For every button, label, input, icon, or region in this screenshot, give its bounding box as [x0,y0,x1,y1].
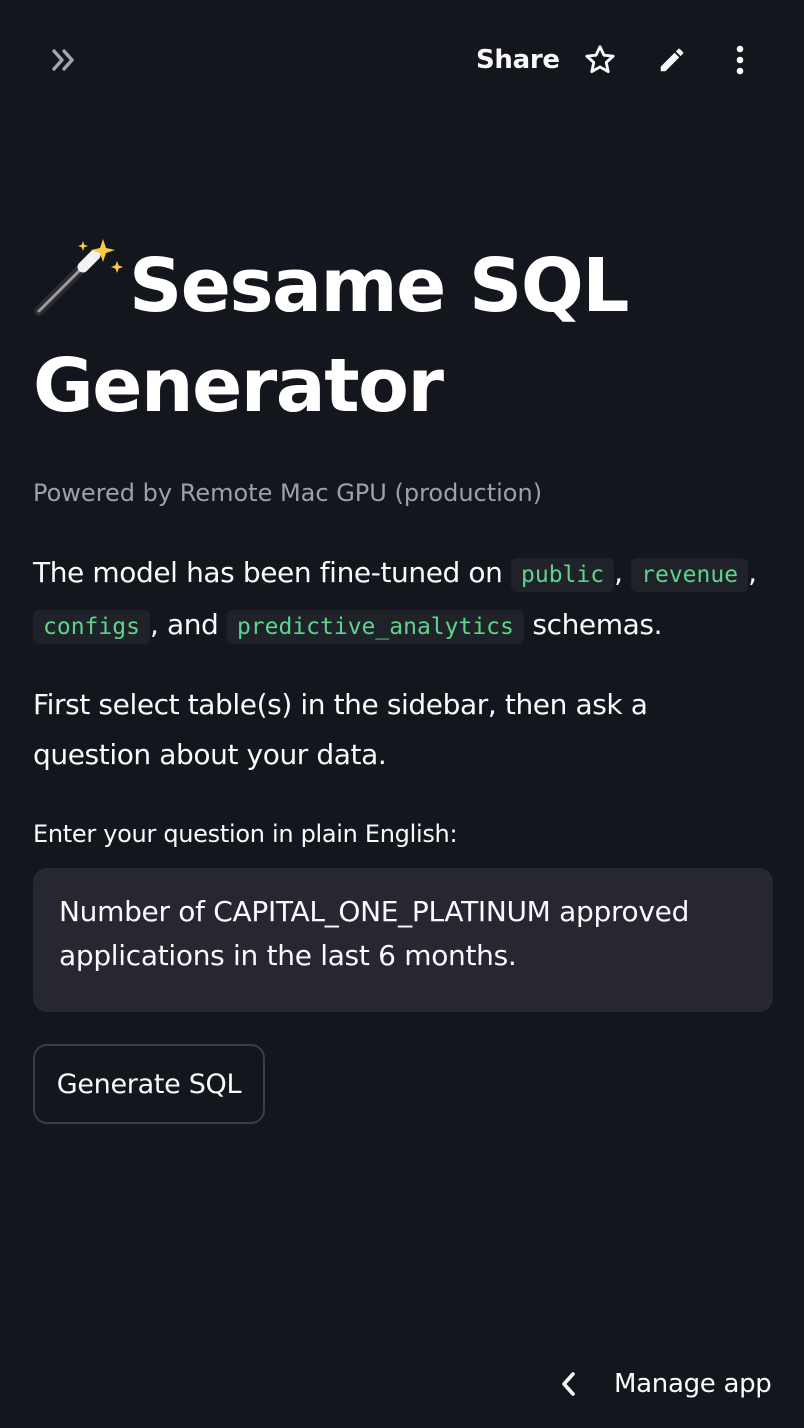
intro-separator: , [614,556,623,589]
chevron-left-icon [552,1367,586,1401]
vertical-dots-icon [736,45,744,75]
manage-app-button[interactable]: Manage app [552,1358,772,1410]
pencil-icon [660,48,684,72]
generate-sql-button[interactable]: Generate SQL [33,1044,265,1124]
schema-code-revenue: revenue [631,558,749,592]
page-title: Sesame SQL Generator [33,236,773,436]
more-options-button[interactable] [718,38,762,82]
powered-by-caption: Powered by Remote Mac GPU (production) [33,479,543,507]
intro-paragraph: The model has been fine-tuned on public,… [33,548,773,652]
instruction-paragraph: First select table(s) in the sidebar, th… [33,688,648,771]
schema-code-public: public [511,558,615,592]
app-header: Share [0,0,804,120]
intro-and: , and [149,608,219,641]
star-icon [585,45,615,74]
question-input[interactable]: Number of CAPITAL_ONE_PLATINUM approved … [33,868,773,1012]
intro-prefix: The model has been fine-tuned on [33,556,503,589]
double-chevron-right-icon [52,49,74,71]
question-label: Enter your question in plain English: [33,820,458,848]
sidebar-toggle-button[interactable] [46,42,82,78]
schema-code-configs: configs [33,610,150,644]
magic-wand-icon [34,239,123,316]
edit-button[interactable] [650,38,694,82]
manage-app-label: Manage app [614,1369,772,1399]
share-button[interactable]: Share [476,40,560,80]
schema-code-predictive-analytics: predictive_analytics [226,610,524,644]
intro-separator: , [748,556,757,589]
favorite-button[interactable] [578,38,622,82]
intro-suffix: schemas. [532,608,663,641]
